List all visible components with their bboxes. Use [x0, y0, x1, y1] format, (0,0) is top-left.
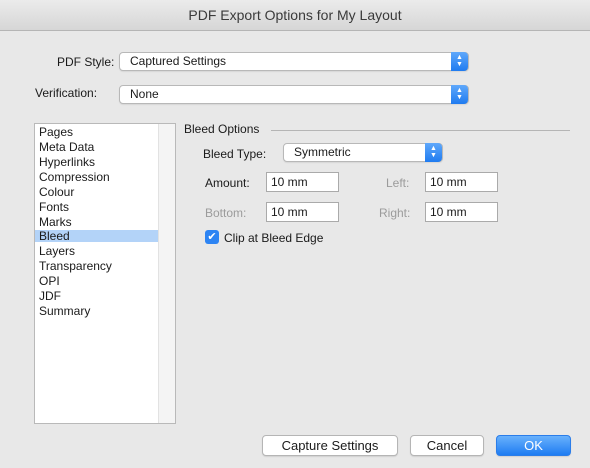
cancel-button[interactable]: Cancel — [410, 435, 484, 456]
category-item-layers[interactable]: Layers — [35, 245, 160, 257]
clip-at-bleed-edge-checkbox[interactable]: ✔ — [205, 230, 219, 244]
bleed-options-title: Bleed Options — [184, 122, 260, 136]
category-item-colour[interactable]: Colour — [35, 186, 160, 198]
pdf-style-label: PDF Style: — [57, 55, 115, 69]
list-scrollbar[interactable] — [158, 124, 175, 423]
verification-popup[interactable]: None ▲ ▼ — [119, 85, 469, 104]
category-item-summary[interactable]: Summary — [35, 305, 160, 317]
bottom-label: Bottom: — [205, 206, 247, 220]
category-item-compression[interactable]: Compression — [35, 171, 160, 183]
clip-at-bleed-edge-label[interactable]: Clip at Bleed Edge — [224, 231, 323, 245]
category-item-bleed[interactable]: Bleed — [35, 230, 160, 242]
category-item-hyperlinks[interactable]: Hyperlinks — [35, 156, 160, 168]
amount-field[interactable]: 10 mm — [266, 172, 339, 192]
category-item-meta-data[interactable]: Meta Data — [35, 141, 160, 153]
pdf-style-popup[interactable]: Captured Settings ▲ ▼ — [119, 52, 469, 71]
category-item-jdf[interactable]: JDF — [35, 290, 160, 302]
left-label: Left: — [386, 176, 410, 190]
bleed-type-label: Bleed Type: — [203, 147, 267, 161]
left-field[interactable]: 10 mm — [425, 172, 498, 192]
up-down-chevron-icon: ▲ ▼ — [451, 85, 468, 104]
section-divider — [271, 130, 570, 131]
up-down-chevron-icon: ▲ ▼ — [425, 143, 442, 162]
category-list[interactable]: Pages Meta Data Hyperlinks Compression C… — [34, 123, 176, 424]
verification-value: None — [130, 87, 159, 101]
category-item-fonts[interactable]: Fonts — [35, 201, 160, 213]
amount-label: Amount: — [205, 176, 250, 190]
category-item-marks[interactable]: Marks — [35, 216, 160, 228]
pdf-style-value: Captured Settings — [130, 54, 227, 68]
right-field[interactable]: 10 mm — [425, 202, 498, 222]
category-item-opi[interactable]: OPI — [35, 275, 160, 287]
category-item-transparency[interactable]: Transparency — [35, 260, 160, 272]
verification-label: Verification: — [35, 86, 98, 100]
right-label: Right: — [379, 206, 411, 220]
up-down-chevron-icon: ▲ ▼ — [451, 52, 468, 71]
ok-button[interactable]: OK — [496, 435, 571, 456]
checkmark-icon: ✔ — [207, 231, 217, 243]
bottom-field[interactable]: 10 mm — [266, 202, 339, 222]
bleed-type-value: Symmetric — [294, 145, 351, 159]
bleed-type-popup[interactable]: Symmetric ▲ ▼ — [283, 143, 443, 162]
window-title: PDF Export Options for My Layout — [0, 0, 590, 31]
capture-settings-button[interactable]: Capture Settings — [262, 435, 398, 456]
category-item-pages[interactable]: Pages — [35, 126, 160, 138]
